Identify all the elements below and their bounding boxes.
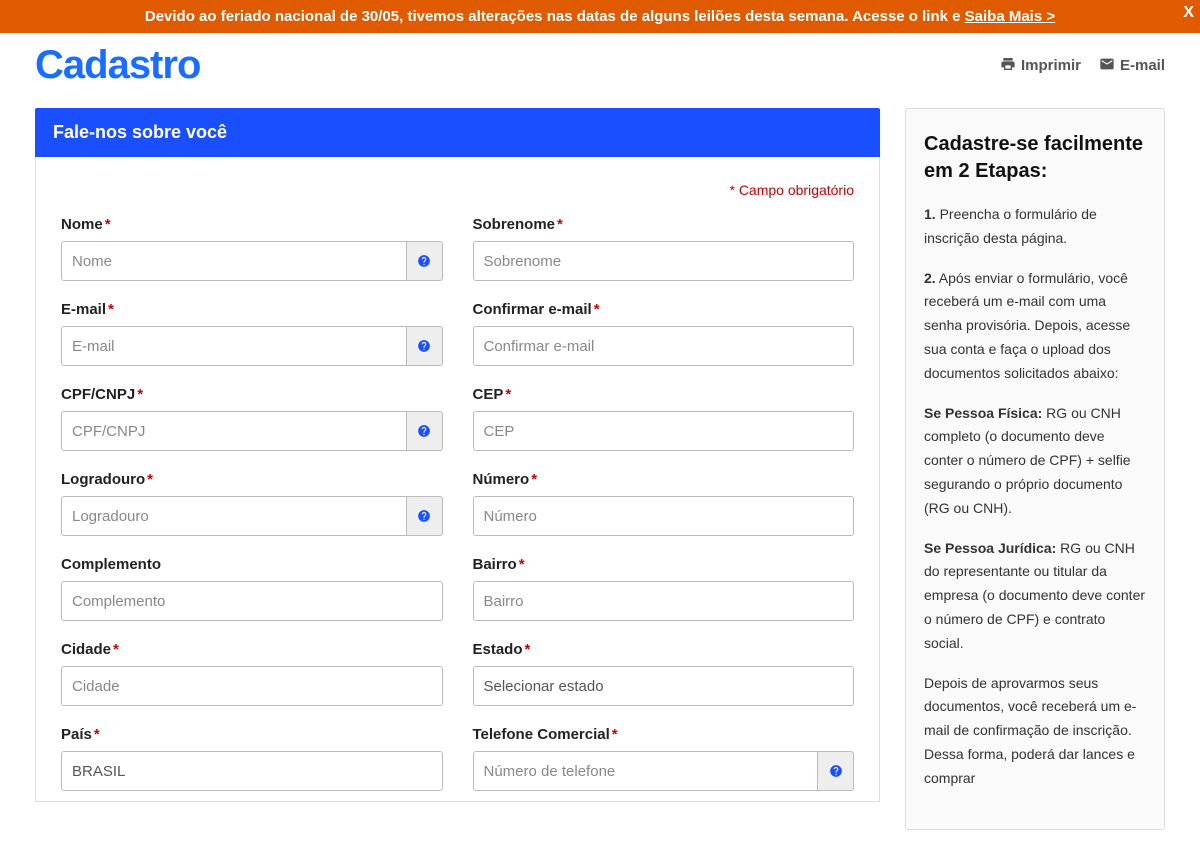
sidebar-pj: Se Pessoa Jurídica: RG ou CNH do represe… (924, 537, 1146, 656)
label-cpf: CPF/CNPJ* (61, 386, 443, 403)
label-sobrenome: Sobrenome* (473, 216, 855, 233)
banner-text-middle: Acesse o link e (848, 8, 964, 25)
page-title: Cadastro (35, 43, 200, 88)
input-complemento[interactable] (61, 581, 443, 621)
help-icon[interactable] (407, 326, 443, 366)
label-confirm-email: Confirmar e-mail* (473, 301, 855, 318)
field-sobrenome: Sobrenome* (473, 216, 855, 281)
field-logradouro: Logradouro* (61, 471, 443, 536)
sidebar-pf: Se Pessoa Física: RG ou CNH completo (o … (924, 402, 1146, 521)
label-bairro: Bairro* (473, 556, 855, 573)
label-cidade: Cidade* (61, 641, 443, 658)
page-actions: Imprimir E-mail (1000, 56, 1165, 76)
notice-banner: Devido ao feriado nacional de 30/05, tiv… (0, 0, 1200, 33)
sidebar-title: Cadastre-se facilmente em 2 Etapas: (924, 131, 1146, 185)
input-confirm-email[interactable] (473, 326, 855, 366)
print-button[interactable]: Imprimir (1000, 56, 1081, 76)
input-bairro[interactable] (473, 581, 855, 621)
required-note: * Campo obrigatório (61, 182, 854, 198)
input-numero[interactable] (473, 496, 855, 536)
field-nome: Nome* (61, 216, 443, 281)
banner-close-icon[interactable]: X (1183, 4, 1194, 22)
sidebar-after: Depois de aprovarmos seus documentos, vo… (924, 672, 1146, 791)
sidebar-step1: 1. Preencha o formulário de inscrição de… (924, 203, 1146, 251)
panel-body: * Campo obrigatório Nome* Sobrenome* (35, 157, 880, 802)
field-confirm-email: Confirmar e-mail* (473, 301, 855, 366)
banner-text: Devido ao feriado nacional de 30/05, tiv… (145, 8, 849, 25)
panel-header: Fale-nos sobre você (35, 108, 880, 157)
sidebar-step2: 2. Após enviar o formulário, você recebe… (924, 267, 1146, 386)
label-cep: CEP* (473, 386, 855, 403)
sidebar: Cadastre-se facilmente em 2 Etapas: 1. P… (905, 108, 1165, 830)
input-logradouro[interactable] (61, 496, 407, 536)
field-estado: Estado* Selecionar estado (473, 641, 855, 706)
email-button[interactable]: E-mail (1099, 56, 1165, 76)
field-numero: Número* (473, 471, 855, 536)
label-telefone: Telefone Comercial* (473, 726, 855, 743)
help-icon[interactable] (818, 751, 854, 791)
label-logradouro: Logradouro* (61, 471, 443, 488)
field-bairro: Bairro* (473, 556, 855, 621)
input-sobrenome[interactable] (473, 241, 855, 281)
banner-link[interactable]: Saiba Mais > (965, 8, 1055, 25)
email-label: E-mail (1120, 57, 1165, 74)
field-telefone: Telefone Comercial* (473, 726, 855, 791)
field-pais: País* BRASIL (61, 726, 443, 791)
input-cpf[interactable] (61, 411, 407, 451)
input-cep[interactable] (473, 411, 855, 451)
select-pais[interactable]: BRASIL (61, 751, 443, 791)
label-estado: Estado* (473, 641, 855, 658)
field-complemento: Complemento (61, 556, 443, 621)
envelope-icon (1099, 56, 1115, 76)
label-complemento: Complemento (61, 556, 443, 573)
input-nome[interactable] (61, 241, 407, 281)
field-cidade: Cidade* (61, 641, 443, 706)
help-icon[interactable] (407, 241, 443, 281)
print-icon (1000, 56, 1016, 76)
help-icon[interactable] (407, 496, 443, 536)
input-email[interactable] (61, 326, 407, 366)
help-icon[interactable] (407, 411, 443, 451)
print-label: Imprimir (1021, 57, 1081, 74)
field-email: E-mail* (61, 301, 443, 366)
label-nome: Nome* (61, 216, 443, 233)
label-numero: Número* (473, 471, 855, 488)
field-cep: CEP* (473, 386, 855, 451)
label-pais: País* (61, 726, 443, 743)
input-telefone[interactable] (473, 751, 819, 791)
input-cidade[interactable] (61, 666, 443, 706)
field-cpf: CPF/CNPJ* (61, 386, 443, 451)
label-email: E-mail* (61, 301, 443, 318)
select-estado[interactable]: Selecionar estado (473, 666, 855, 706)
